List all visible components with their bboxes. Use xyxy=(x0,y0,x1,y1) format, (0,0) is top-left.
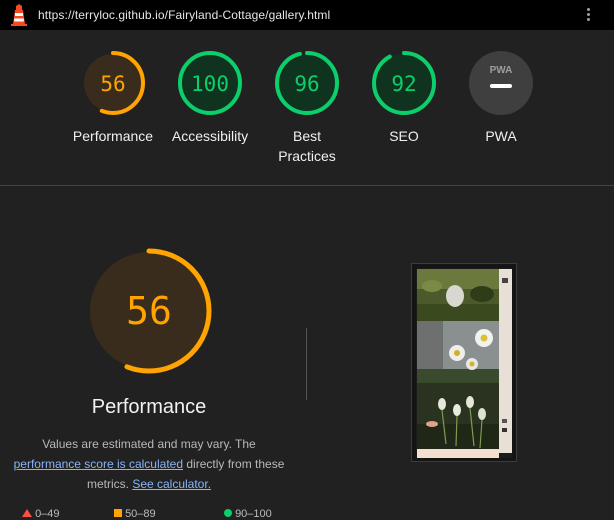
lighthouse-icon xyxy=(11,4,27,26)
desc-line: Values are estimated and may vary. The xyxy=(42,437,256,451)
gauge-performance[interactable]: 56 xyxy=(80,50,146,116)
gauge-label-best-practices: Best Practices xyxy=(252,126,362,166)
desc-line: metrics. See calculator. xyxy=(0,474,298,494)
pwa-badge-text: PWA xyxy=(490,65,513,76)
gauge-score: 56 xyxy=(100,72,125,96)
desc-line: performance score is calculated directly… xyxy=(0,454,298,474)
top-bar: https://terryloc.github.io/Fairyland-Cot… xyxy=(0,0,614,30)
legend-label: 50–89 xyxy=(125,508,156,520)
gauge-score: 92 xyxy=(391,72,416,96)
see-calculator-link[interactable]: See calculator. xyxy=(132,477,211,491)
circle-icon xyxy=(224,509,232,517)
gauge-accessibility[interactable]: 100 xyxy=(177,50,243,116)
square-icon xyxy=(114,509,122,517)
section-divider xyxy=(0,185,614,186)
legend-average: 50–89 xyxy=(114,508,156,520)
legend-pass: 90–100 xyxy=(224,508,272,520)
gauge-best-practices[interactable]: 96 xyxy=(274,50,340,116)
dash-icon xyxy=(490,84,512,88)
legend-fail: 0–49 xyxy=(22,508,60,520)
vertical-divider xyxy=(306,328,307,400)
desc-text: metrics. xyxy=(86,477,129,491)
gauge-score: 96 xyxy=(294,72,319,96)
legend-label: 0–49 xyxy=(35,508,60,520)
page-screenshot-thumbnail[interactable] xyxy=(411,263,517,462)
gauge-label-accessibility: Accessibility xyxy=(171,128,249,144)
gauge-score: 100 xyxy=(191,72,229,96)
score-calculated-link[interactable]: performance score is calculated xyxy=(14,457,183,471)
gauge-label-seo: SEO xyxy=(389,128,419,144)
kebab-menu-icon[interactable] xyxy=(583,6,593,24)
label-line: Best xyxy=(292,128,321,144)
label-line: Practices xyxy=(278,148,336,164)
performance-title: Performance xyxy=(91,396,207,418)
performance-score-large: 56 xyxy=(126,289,172,333)
page-url[interactable]: https://terryloc.github.io/Fairyland-Cot… xyxy=(38,8,330,22)
gauge-pwa[interactable]: PWA xyxy=(468,50,534,116)
performance-gauge-large: 56 xyxy=(86,248,212,374)
gauge-label-performance: Performance xyxy=(72,128,154,144)
triangle-icon xyxy=(22,509,32,517)
desc-text: directly from these xyxy=(186,457,285,471)
performance-description: Values are estimated and may vary. The p… xyxy=(0,434,298,494)
gauge-seo[interactable]: 92 xyxy=(371,50,437,116)
gauge-label-pwa: PWA xyxy=(485,128,517,144)
legend-label: 90–100 xyxy=(235,508,272,520)
